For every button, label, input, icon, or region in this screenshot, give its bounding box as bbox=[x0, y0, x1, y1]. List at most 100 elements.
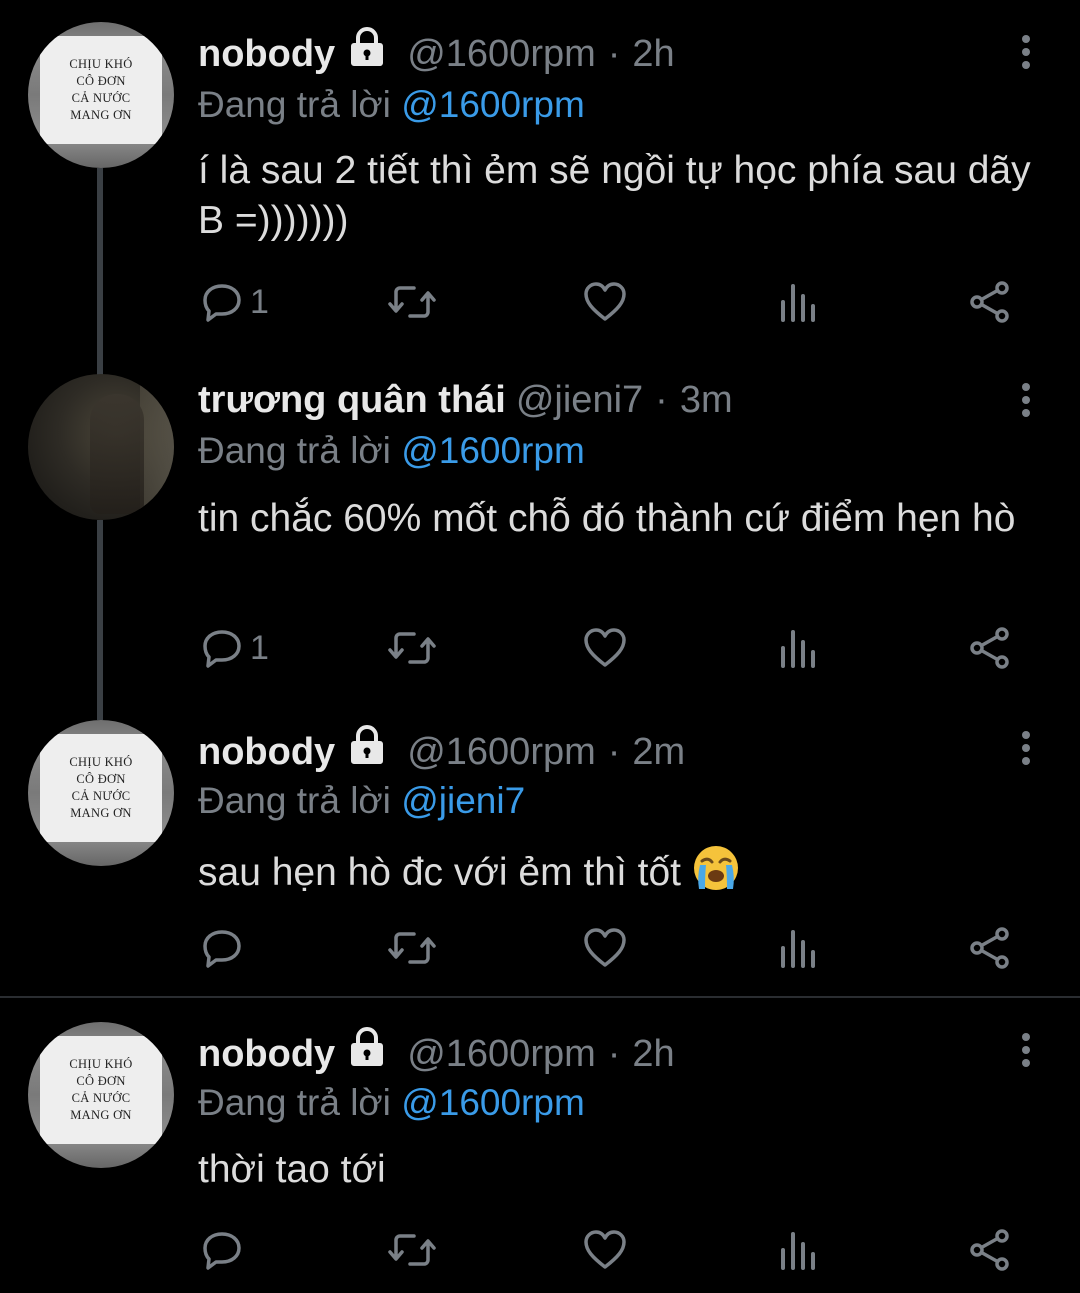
timestamp[interactable]: 2h bbox=[632, 28, 674, 80]
stats-button[interactable] bbox=[778, 280, 818, 324]
display-name[interactable]: nobody bbox=[198, 1028, 335, 1080]
reply-icon bbox=[203, 930, 241, 968]
thread-line bbox=[97, 168, 103, 378]
more-vertical-icon[interactable] bbox=[1020, 382, 1032, 423]
heart-icon bbox=[584, 1230, 626, 1269]
tweet-2[interactable]: trương quân thái @jieni7 · 3m Đang trả l… bbox=[0, 354, 1080, 720]
tweet-header: nobody @1600rpm · 2m bbox=[198, 724, 685, 780]
retweet-icon bbox=[388, 286, 436, 318]
action-bar bbox=[198, 926, 1028, 976]
replying-to: Đang trả lời @1600rpm bbox=[198, 430, 585, 471]
timestamp[interactable]: 2m bbox=[632, 726, 685, 778]
reply-count: 1 bbox=[250, 628, 269, 667]
mention-link[interactable]: @1600rpm bbox=[401, 430, 585, 471]
tweet-header: trương quân thái @jieni7 · 3m bbox=[198, 374, 733, 426]
retweet-icon bbox=[388, 932, 436, 964]
separator: · bbox=[607, 33, 621, 75]
more-vertical-icon[interactable] bbox=[1020, 730, 1032, 771]
tweet-header: nobody @1600rpm · 2h bbox=[198, 26, 675, 82]
stats-icon bbox=[781, 630, 815, 668]
tweet-text: sau hẹn hò đc với ẻm thì tốt bbox=[198, 843, 1053, 906]
replying-to: Đang trả lời @1600rpm bbox=[198, 1082, 585, 1123]
handle[interactable]: @1600rpm bbox=[407, 726, 596, 778]
loudly-crying-face-emoji bbox=[691, 843, 741, 906]
reply-icon bbox=[203, 1232, 241, 1270]
avatar[interactable]: CHỊU KHÓ CÔ ĐƠN CẢ NƯỚC MANG ƠN bbox=[28, 22, 174, 168]
share-icon bbox=[970, 1229, 1009, 1271]
timestamp[interactable]: 2h bbox=[632, 1028, 674, 1080]
like-button[interactable] bbox=[582, 626, 628, 670]
separator: · bbox=[655, 379, 668, 421]
stats-icon bbox=[781, 1232, 815, 1270]
separator: · bbox=[607, 1033, 621, 1075]
more-vertical-icon[interactable] bbox=[1020, 34, 1032, 75]
avatar-sign: CHỊU KHÓ CÔ ĐƠN CẢ NƯỚC MANG ƠN bbox=[40, 1036, 162, 1144]
share-button[interactable] bbox=[968, 1228, 1012, 1272]
heart-icon bbox=[584, 282, 626, 321]
action-bar: 1 bbox=[198, 280, 1028, 330]
share-icon bbox=[970, 927, 1009, 969]
action-bar: 1 bbox=[198, 626, 1028, 676]
reply-button[interactable] bbox=[200, 1228, 244, 1272]
retweet-button[interactable] bbox=[386, 626, 438, 670]
display-name[interactable]: nobody bbox=[198, 28, 335, 80]
avatar[interactable]: CHỊU KHÓ CÔ ĐƠN CẢ NƯỚC MANG ƠN bbox=[28, 1022, 174, 1168]
like-button[interactable] bbox=[582, 1228, 628, 1272]
heart-icon bbox=[584, 628, 626, 667]
tweet-text: tin chắc 60% mốt chỗ đó thành cứ điểm hẹ… bbox=[198, 497, 1016, 540]
avatar-sign: CHỊU KHÓ CÔ ĐƠN CẢ NƯỚC MANG ƠN bbox=[40, 36, 162, 144]
lock-icon bbox=[345, 26, 389, 82]
stats-button[interactable] bbox=[778, 1228, 818, 1272]
display-name[interactable]: trương quân thái bbox=[198, 374, 506, 426]
lock-icon bbox=[345, 1026, 389, 1082]
replying-to: Đang trả lời @jieni7 bbox=[198, 780, 526, 821]
divider bbox=[0, 996, 1080, 998]
like-button[interactable] bbox=[582, 926, 628, 970]
handle[interactable]: @1600rpm bbox=[407, 1028, 596, 1080]
replying-to: Đang trả lời @1600rpm bbox=[198, 84, 585, 125]
handle[interactable]: @jieni7 bbox=[516, 374, 643, 426]
handle[interactable]: @1600rpm bbox=[407, 28, 596, 80]
stats-icon bbox=[781, 930, 815, 968]
action-bar bbox=[198, 1228, 1028, 1278]
retweet-icon bbox=[388, 1234, 436, 1266]
reply-count: 1 bbox=[250, 282, 269, 321]
display-name[interactable]: nobody bbox=[198, 726, 335, 778]
share-button[interactable] bbox=[968, 626, 1012, 670]
retweet-button[interactable] bbox=[386, 1228, 438, 1272]
mention-link[interactable]: @1600rpm bbox=[401, 1082, 585, 1123]
reply-button[interactable] bbox=[200, 926, 244, 970]
share-icon bbox=[970, 281, 1009, 323]
stats-button[interactable] bbox=[778, 926, 818, 970]
heart-icon bbox=[584, 928, 626, 967]
avatar[interactable]: CHỊU KHÓ CÔ ĐƠN CẢ NƯỚC MANG ƠN bbox=[28, 720, 174, 866]
tweet-header: nobody @1600rpm · 2h bbox=[198, 1026, 675, 1082]
avatar-sign: CHỊU KHÓ CÔ ĐƠN CẢ NƯỚC MANG ƠN bbox=[40, 734, 162, 842]
mention-link[interactable]: @1600rpm bbox=[401, 84, 585, 125]
share-button[interactable] bbox=[968, 280, 1012, 324]
tweet-text: í là sau 2 tiết thì ẻm sẽ ngồi tự học ph… bbox=[198, 149, 1031, 242]
reply-icon bbox=[203, 630, 241, 668]
reply-button[interactable]: 1 bbox=[200, 626, 269, 670]
tweet-text: thời tao tới bbox=[198, 1148, 386, 1191]
thread-line bbox=[97, 520, 103, 720]
stats-icon bbox=[781, 284, 815, 322]
reply-button[interactable]: 1 bbox=[200, 280, 269, 324]
more-vertical-icon[interactable] bbox=[1020, 1032, 1032, 1073]
separator: · bbox=[607, 731, 621, 773]
lock-icon bbox=[345, 724, 389, 780]
share-button[interactable] bbox=[968, 926, 1012, 970]
like-button[interactable] bbox=[582, 280, 628, 324]
tweet-3[interactable]: CHỊU KHÓ CÔ ĐƠN CẢ NƯỚC MANG ƠN nobody @… bbox=[0, 700, 1080, 996]
share-icon bbox=[970, 627, 1009, 669]
retweet-button[interactable] bbox=[386, 926, 438, 970]
tweet-4[interactable]: CHỊU KHÓ CÔ ĐƠN CẢ NƯỚC MANG ƠN nobody @… bbox=[0, 1000, 1080, 1293]
stats-button[interactable] bbox=[778, 626, 818, 670]
reply-icon bbox=[203, 284, 241, 322]
tweet-1[interactable]: CHỊU KHÓ CÔ ĐƠN CẢ NƯỚC MANG ƠN nobody @… bbox=[0, 0, 1080, 378]
retweet-button[interactable] bbox=[386, 280, 438, 324]
mention-link[interactable]: @jieni7 bbox=[401, 780, 525, 821]
timestamp[interactable]: 3m bbox=[680, 374, 733, 426]
retweet-icon bbox=[388, 632, 436, 664]
avatar[interactable] bbox=[28, 374, 174, 520]
